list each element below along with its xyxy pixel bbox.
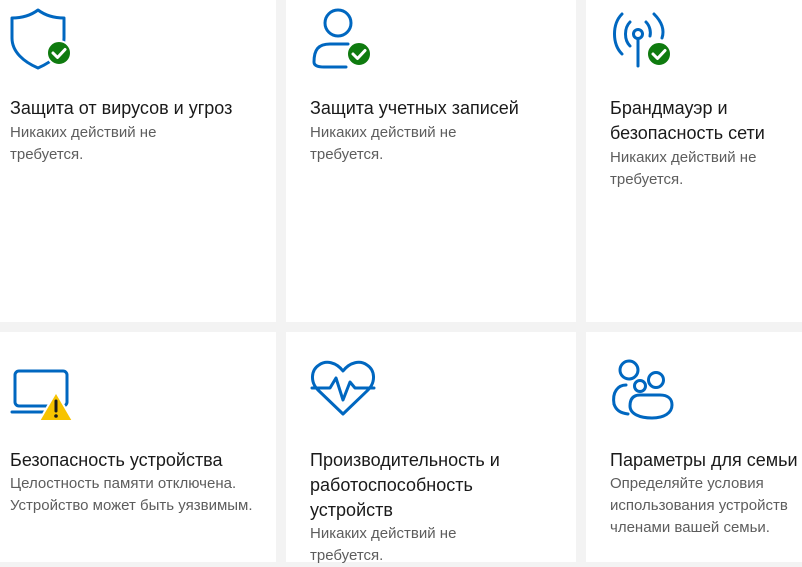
tile-firewall[interactable]: Брандмауэр и безопасность сети Никаких д…: [586, 0, 802, 322]
tile-virus-protection[interactable]: Защита от вирусов и угроз Никаких действ…: [0, 0, 276, 322]
tile-account-protection[interactable]: Защита учетных записей Никаких действий …: [286, 0, 576, 322]
tile-description: Целостность памяти отключена. Устройство…: [10, 475, 253, 514]
tile-description: Определяйте условия использования устрой…: [610, 475, 788, 536]
shield-check-icon: [10, 8, 72, 70]
tile-device-security[interactable]: Безопасность устройства Целостность памя…: [0, 332, 276, 562]
tile-title: Производительность и работоспособность у…: [310, 450, 500, 520]
tile-family-options[interactable]: Параметры для семьи Определяйте условия …: [586, 332, 802, 562]
heart-pulse-icon: [310, 360, 376, 416]
tile-title: Брандмауэр и безопасность сети: [610, 98, 765, 143]
tile-title: Защита учетных записей: [310, 98, 519, 118]
tile-title: Защита от вирусов и угроз: [10, 98, 233, 118]
tile-title: Параметры для семьи: [610, 450, 798, 470]
laptop-warning-icon: [10, 369, 74, 422]
tile-description: Никаких действий не требуется.: [310, 525, 457, 564]
tile-description: Никаких действий не требуется.: [310, 124, 457, 163]
tile-device-performance[interactable]: Производительность и работоспособность у…: [286, 332, 576, 564]
firewall-antenna-check-icon: [613, 12, 672, 68]
tile-description: Никаких действий не требуется.: [10, 124, 157, 163]
tile-description: Никаких действий не требуется.: [610, 149, 757, 188]
tile-title: Безопасность устройства: [10, 450, 223, 470]
account-check-icon: [312, 8, 372, 69]
family-icon: [612, 359, 674, 420]
